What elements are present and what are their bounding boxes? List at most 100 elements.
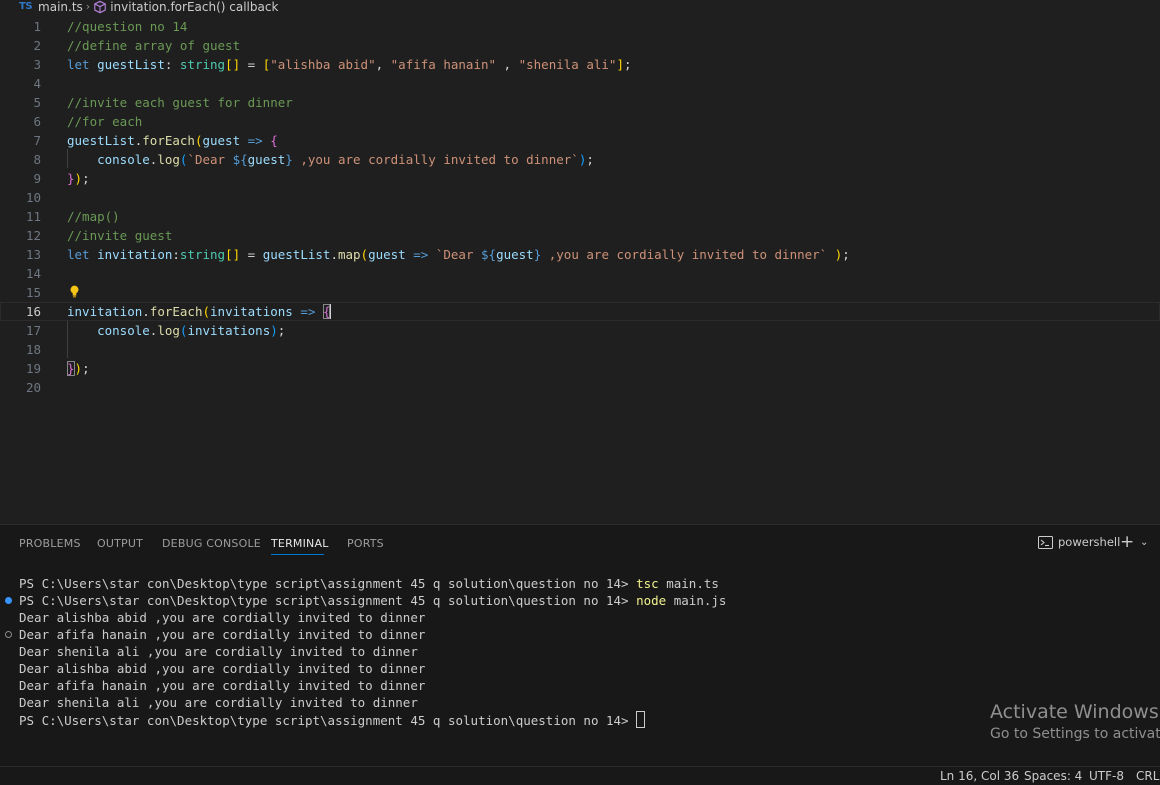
code-line[interactable]: 12 //invite guest (0, 226, 1160, 245)
code-text[interactable]: let guestList: string[] = ["alishba abid… (67, 55, 632, 74)
line-number: 10 (25, 190, 41, 205)
code-line[interactable]: 15 (0, 283, 1160, 302)
line-number: 9 (33, 171, 41, 186)
code-text[interactable]: //question no 14 (67, 17, 187, 36)
code-text[interactable]: guestList.forEach(guest => { (67, 131, 278, 150)
terminal-command-line: PS C:\Users\star con\Desktop\type script… (19, 575, 719, 592)
code-line[interactable]: 19}); (0, 359, 1160, 378)
chevron-down-icon[interactable]: ⌄ (1140, 537, 1148, 548)
code-line[interactable]: 13 let invitation:string[] = guestList.ma… (0, 245, 1160, 264)
code-line[interactable]: 4 (0, 74, 1160, 93)
bottom-panel: PROBLEMS OUTPUT DEBUG CONSOLE TERMINAL P… (0, 524, 1160, 767)
eol-setting[interactable]: CRLF (1136, 769, 1160, 783)
code-editor[interactable]: 1 //question no 14 2 //define array of gues… (0, 16, 1160, 524)
chevron-right-icon: › (85, 0, 91, 13)
new-terminal-plus-icon[interactable]: + (1120, 533, 1134, 551)
line-number: 7 (33, 133, 41, 148)
tab-terminal[interactable]: TERMINAL (271, 537, 329, 550)
line-number: 3 (33, 57, 41, 72)
terminal-argument: main.js (666, 593, 727, 608)
terminal-prompt: PS C:\Users\star con\Desktop\type script… (19, 576, 637, 591)
method-cube-icon (94, 0, 107, 14)
code-line[interactable]: 7 guestList.forEach(guest => { (0, 131, 1160, 150)
code-line[interactable]: 3 let guestList: string[] = ["alishba abi… (0, 55, 1160, 74)
text-cursor (329, 304, 332, 319)
code-line[interactable]: 9}); (0, 169, 1160, 188)
terminal-output-line: Dear alishba abid ,you are cordially inv… (19, 610, 426, 625)
line-number: 16 (25, 304, 41, 319)
code-text[interactable]: invitation.forEach(invitations => { (67, 302, 332, 321)
code-line[interactable]: 18 (0, 340, 1160, 359)
status-bar: Ln 16, Col 36 Spaces: 4 UTF-8 CRLF (0, 766, 1160, 785)
code-text[interactable]: console.log(invitations); (67, 321, 285, 340)
panel-tabs: PROBLEMS OUTPUT DEBUG CONSOLE TERMINAL P… (0, 525, 1160, 561)
code-line[interactable]: 1 //question no 14 (0, 17, 1160, 36)
watermark-title: Activate Windows (990, 701, 1159, 723)
code-line[interactable]: 8 console.log(`Dear ${guest} ,you are co… (0, 150, 1160, 169)
code-text[interactable]: console.log(`Dear ${guest} ,you are cord… (67, 150, 594, 169)
terminal-output-line: Dear afifa hanain ,you are cordially inv… (19, 678, 426, 693)
terminal-output-line: Dear alishba abid ,you are cordially inv… (19, 661, 426, 676)
code-text[interactable]: //define array of guest (67, 36, 240, 55)
code-line[interactable]: 20 (0, 378, 1160, 397)
code-line[interactable]: 14 (0, 264, 1160, 283)
terminal-cursor (636, 711, 646, 728)
tab-ports[interactable]: PORTS (347, 537, 384, 550)
code-line[interactable]: 10 (0, 188, 1160, 207)
code-text[interactable]: }); (67, 169, 90, 188)
line-number: 12 (25, 228, 41, 243)
active-tab-indicator (271, 554, 324, 555)
terminal-output-line: Dear shenila ali ,you are cordially invi… (19, 644, 418, 659)
breadcrumb-file[interactable]: main.ts (38, 0, 83, 14)
line-number: 6 (33, 114, 41, 129)
terminal-argument: main.ts (658, 576, 719, 591)
line-number: 1 (33, 19, 41, 34)
code-text[interactable]: //invite guest (67, 226, 172, 245)
terminal-active-prompt: PS C:\Users\star con\Desktop\type script… (19, 711, 646, 728)
command-decoration-icon[interactable] (5, 631, 12, 638)
activate-windows-watermark: Activate Windows Go to Settings to activ… (990, 700, 1160, 744)
lightbulb-icon[interactable] (69, 285, 80, 298)
line-number: 15 (25, 285, 41, 300)
code-line[interactable]: 2 //define array of guest (0, 36, 1160, 55)
breadcrumb-symbol[interactable]: invitation.forEach() callback (110, 0, 278, 14)
code-line[interactable]: 17 console.log(invitations); (0, 321, 1160, 340)
terminal-command: node (636, 593, 667, 608)
terminal-output-line: Dear afifa hanain ,you are cordially inv… (19, 627, 426, 642)
tab-problems[interactable]: PROBLEMS (19, 537, 81, 550)
terminal-output-line: Dear shenila ali ,you are cordially invi… (19, 695, 418, 710)
terminal-prompt: PS C:\Users\star con\Desktop\type script… (19, 713, 637, 728)
line-number: 17 (25, 323, 41, 338)
code-text[interactable]: //for each (67, 112, 142, 131)
indentation-setting[interactable]: Spaces: 4 (1024, 769, 1082, 783)
code-line[interactable]: 16 invitation.forEach(invitations => { (0, 302, 1160, 321)
watermark-subtitle: Go to Settings to activate (990, 726, 1160, 742)
tab-debug-console[interactable]: DEBUG CONSOLE (162, 537, 261, 550)
code-line[interactable]: 6 //for each (0, 112, 1160, 131)
line-number: 5 (33, 95, 41, 110)
code-text[interactable]: let invitation:string[] = guestList.map(… (67, 245, 850, 264)
code-text[interactable]: //map() (67, 207, 120, 226)
code-line[interactable]: 5 //invite each guest for dinner (0, 93, 1160, 112)
line-number: 18 (25, 342, 41, 357)
terminal-icon (1038, 535, 1053, 549)
command-success-decoration-icon[interactable] (5, 597, 12, 604)
tab-output[interactable]: OUTPUT (97, 537, 143, 550)
line-number: 4 (33, 76, 41, 91)
cursor-position[interactable]: Ln 16, Col 36 (940, 769, 1019, 783)
line-number: 20 (25, 380, 41, 395)
line-number: 19 (25, 361, 41, 376)
line-number: 11 (25, 209, 41, 224)
shell-name: powershell (1058, 535, 1121, 549)
terminal-prompt: PS C:\Users\star con\Desktop\type script… (19, 593, 637, 608)
line-number: 8 (33, 152, 41, 167)
terminal-shell-selector[interactable]: powershell (1038, 535, 1120, 549)
terminal-command-line: PS C:\Users\star con\Desktop\type script… (19, 592, 726, 609)
encoding-setting[interactable]: UTF-8 (1089, 769, 1124, 783)
breadcrumb: TS main.ts › invitation.forEach() callba… (0, 0, 1160, 14)
code-line[interactable]: 11 //map() (0, 207, 1160, 226)
line-number: 14 (25, 266, 41, 281)
code-text[interactable]: //invite each guest for dinner (67, 93, 293, 112)
line-number: 13 (25, 247, 41, 262)
code-text[interactable]: }); (67, 359, 90, 378)
